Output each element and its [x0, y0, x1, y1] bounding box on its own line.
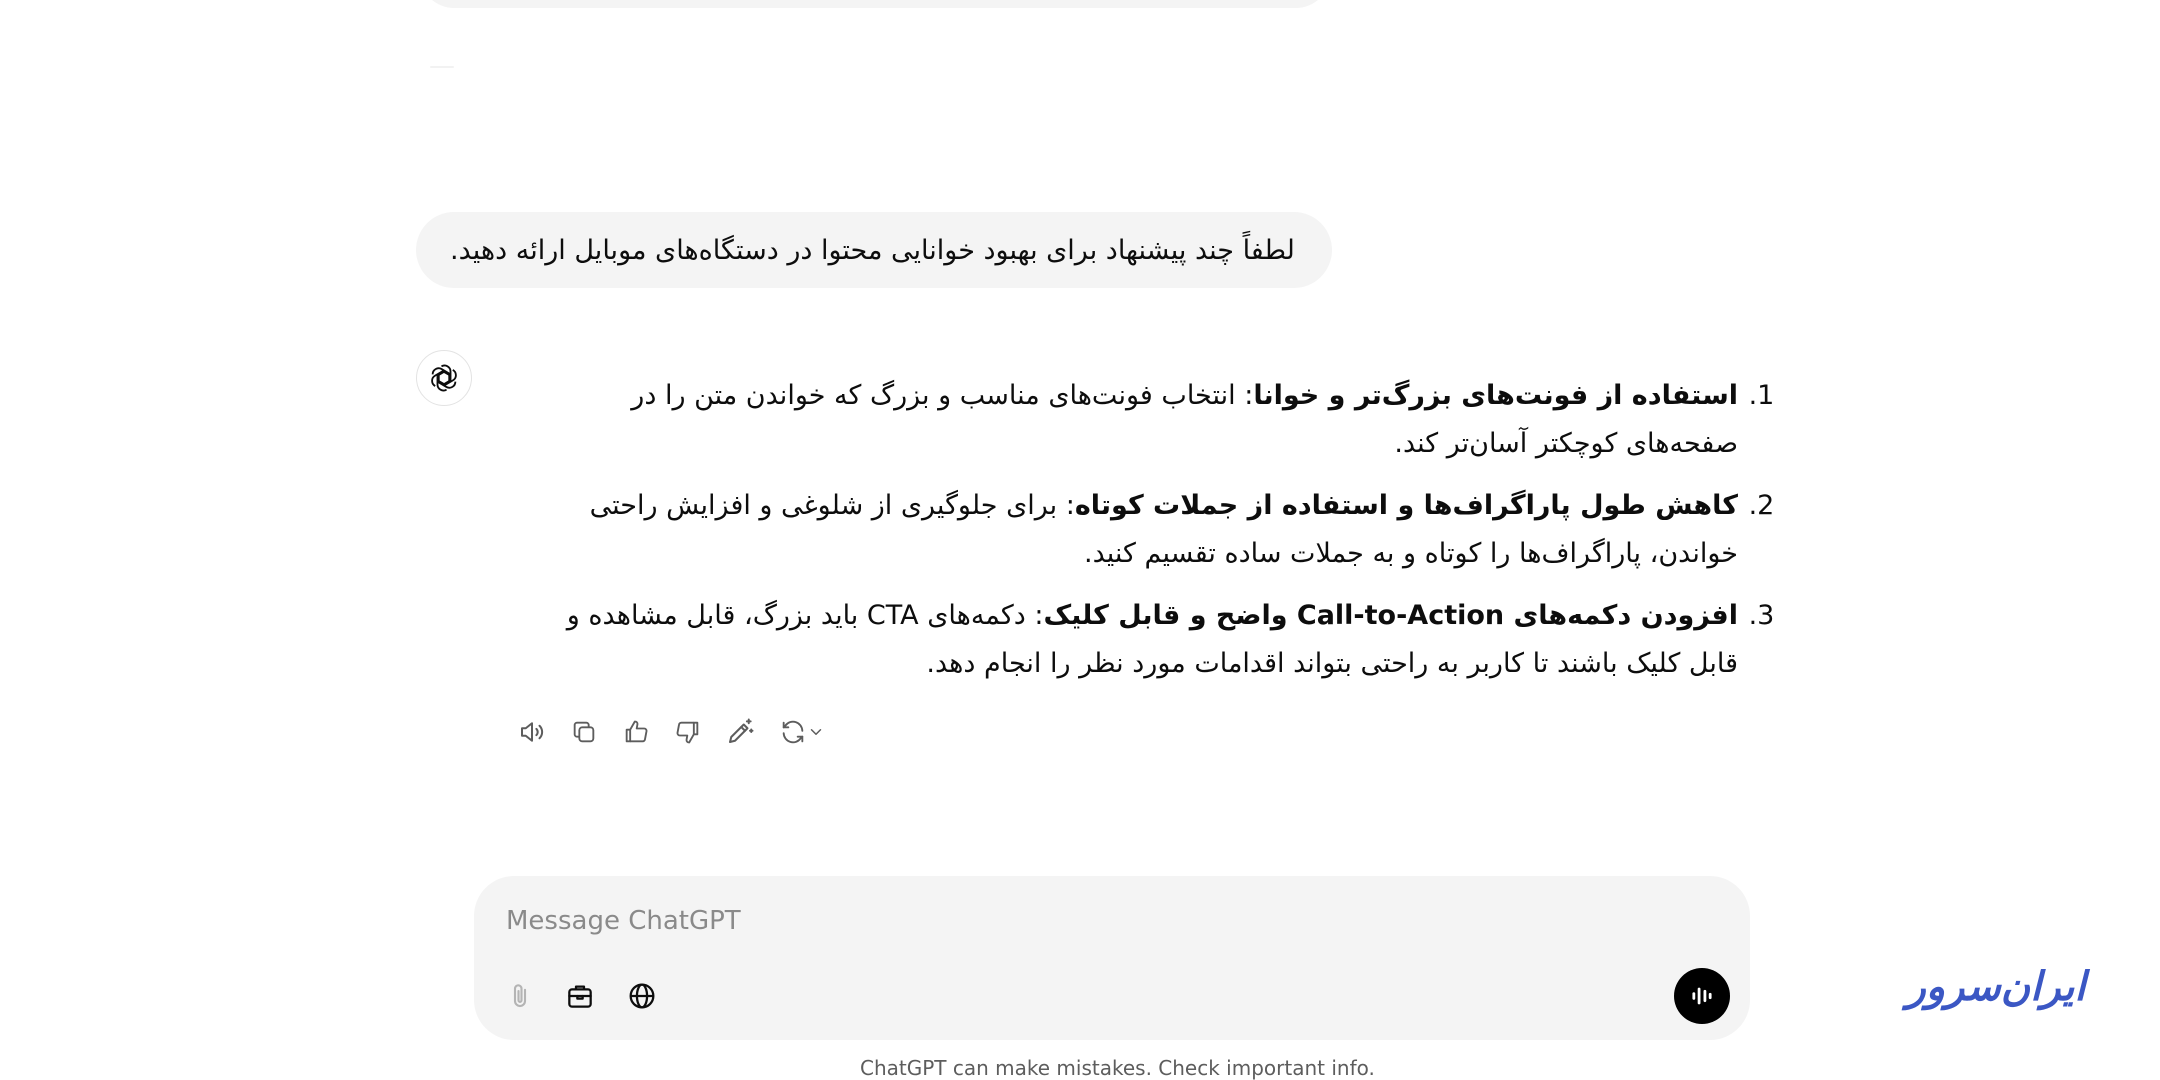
answer-item-heading: کاهش طول پاراگراف‌ها و استفاده از جملات …: [1074, 490, 1738, 521]
iranserver-logo: ایران‌سرور: [1901, 964, 2090, 1011]
user-message-bubble: لطفاً چند پیشنهاد برای بهبود خوانایی محت…: [416, 212, 1332, 288]
edit-canvas-button[interactable]: [720, 712, 760, 752]
answer-list-item: استفاده از فونت‌های بزرگ‌تر و خوانا: انت…: [560, 372, 1740, 468]
regenerate-button[interactable]: [772, 712, 832, 752]
copy-button[interactable]: [564, 712, 604, 752]
search-web-button[interactable]: [620, 974, 664, 1018]
copy-icon: [573, 721, 595, 743]
disclaimer-text: ChatGPT can make mistakes. Check importa…: [860, 1056, 1375, 1080]
toolbox-icon: [568, 985, 592, 1008]
user-message-text: لطفاً چند پیشنهاد برای بهبود خوانایی محت…: [450, 234, 1295, 266]
svg-text:ایران‌سرور: ایران‌سرور: [1901, 964, 2090, 1011]
thumbs-down-icon: [676, 721, 699, 744]
pencil-sparkle-icon: [729, 718, 754, 743]
thumbs-up-icon: [625, 720, 648, 743]
answer-list-item: کاهش طول پاراگراف‌ها و استفاده از جملات …: [560, 482, 1740, 578]
thumbs-down-button[interactable]: [668, 712, 708, 752]
refresh-icon: [782, 720, 804, 744]
assistant-avatar: [416, 350, 472, 406]
voice-waveform-icon: [1692, 987, 1712, 1005]
answer-item-heading: افزودن دکمه‌های Call-to-Action واضح و قا…: [1043, 600, 1738, 631]
message-actions-toolbar: [512, 712, 844, 752]
answer-list: استفاده از فونت‌های بزرگ‌تر و خوانا: انت…: [560, 372, 1770, 688]
message-composer: [474, 876, 1750, 1040]
tools-button[interactable]: [558, 974, 602, 1018]
read-aloud-button[interactable]: [512, 712, 552, 752]
message-input[interactable]: [504, 900, 1608, 942]
globe-icon: [629, 983, 655, 1009]
paperclip-icon: [513, 984, 527, 1007]
voice-mode-button[interactable]: [1674, 968, 1730, 1024]
previous-message-fragment: [430, 66, 454, 68]
speaker-icon: [521, 722, 544, 742]
openai-logo-icon: [431, 364, 457, 392]
assistant-answer: استفاده از فونت‌های بزرگ‌تر و خوانا: انت…: [560, 372, 1770, 702]
answer-list-item: افزودن دکمه‌های Call-to-Action واضح و قا…: [560, 592, 1740, 688]
previous-message-bubble: [420, 0, 1330, 8]
chevron-down-icon: [810, 729, 822, 735]
attach-button[interactable]: [498, 974, 542, 1018]
thumbs-up-button[interactable]: [616, 712, 656, 752]
answer-item-heading: استفاده از فونت‌های بزرگ‌تر و خوانا: [1253, 380, 1738, 411]
